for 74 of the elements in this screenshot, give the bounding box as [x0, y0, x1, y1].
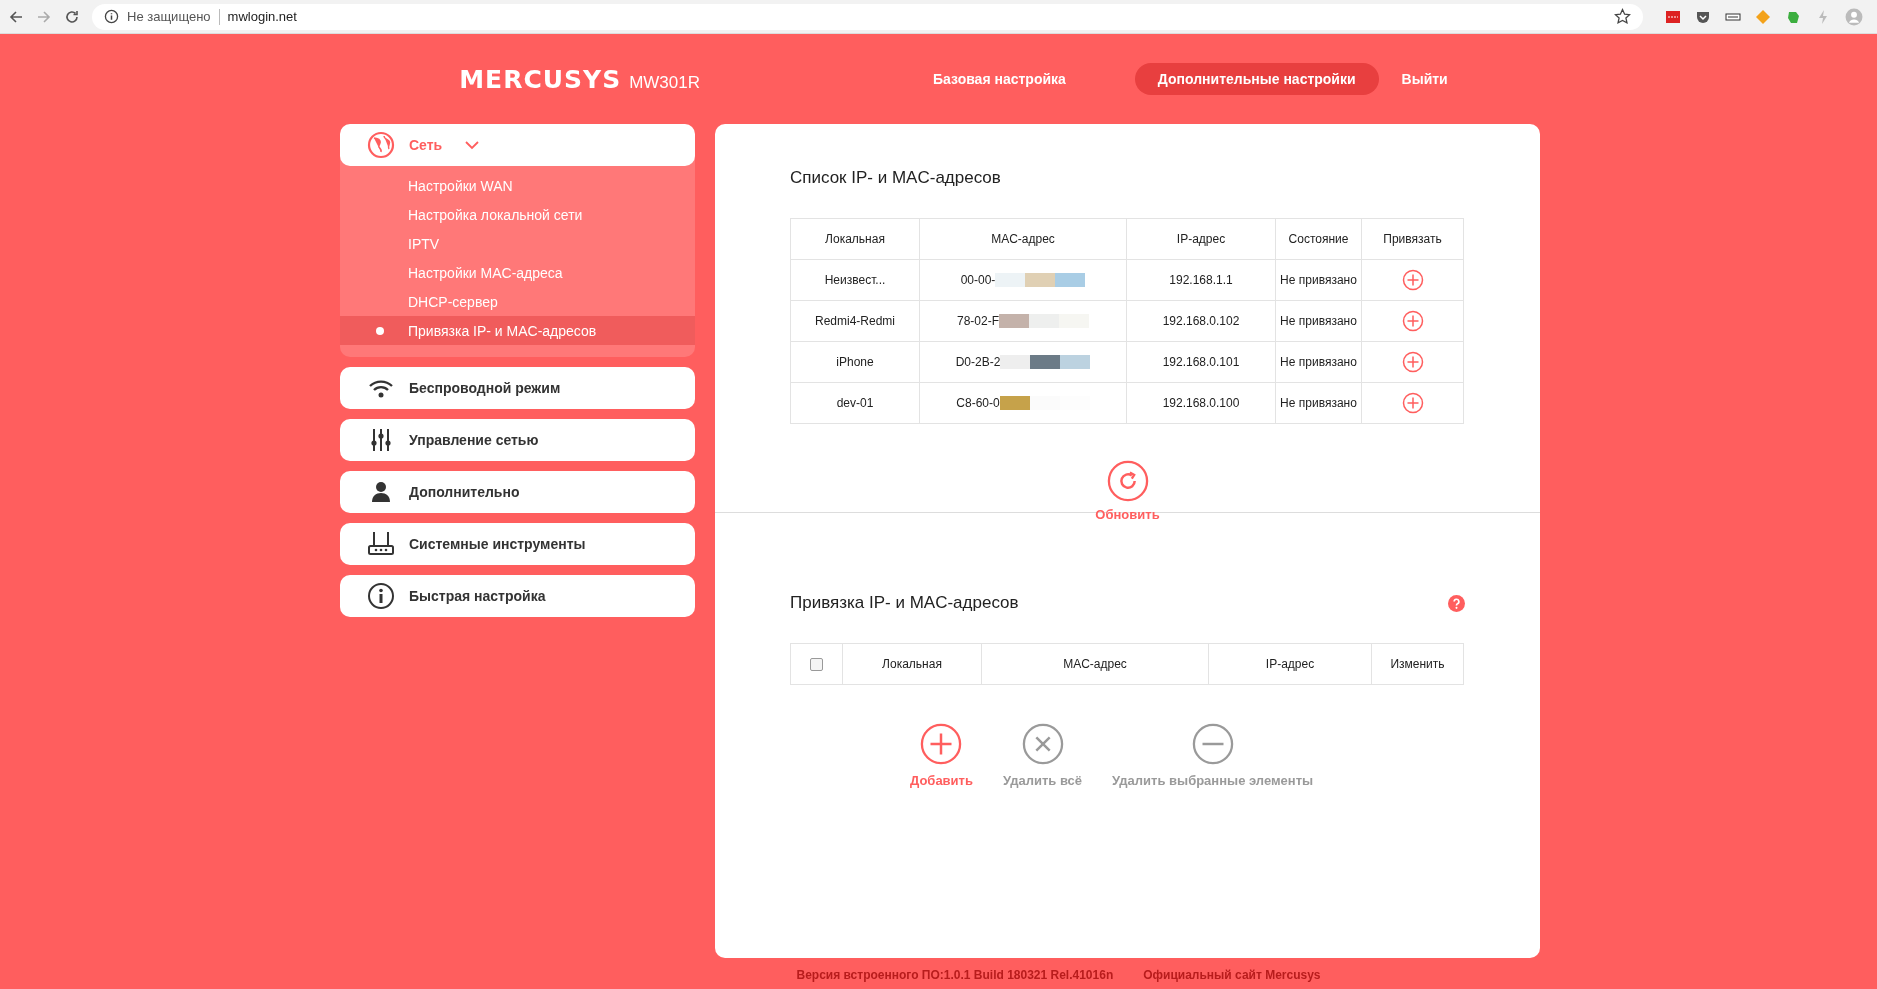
forward-icon[interactable]	[36, 8, 52, 25]
sidebar-item[interactable]: Управление сетью	[340, 419, 695, 461]
column-header: Локальная	[790, 218, 920, 260]
table-cell: dev-01	[790, 382, 920, 424]
table-cell: 192.168.1.1	[1126, 259, 1276, 301]
url-text: mwlogin.net	[227, 9, 298, 24]
submenu-item[interactable]: Настройки MAC-адреса	[340, 258, 695, 287]
table-cell: 192.168.0.101	[1126, 341, 1276, 383]
extension-icon[interactable]	[1665, 8, 1681, 25]
add-icon[interactable]	[1401, 310, 1424, 332]
add-icon[interactable]	[1401, 392, 1424, 414]
table-cell: Redmi4-Redmi	[790, 300, 920, 342]
section-title: Список IP- и MAC-адресов	[790, 168, 1002, 188]
nav-link[interactable]: Дополнительные настройки	[1134, 63, 1379, 95]
firmware-version: Версия встроенного ПО:1.0.1 Build 180321 Rel.41016n	[796, 968, 1114, 982]
column-header: MAC-адрес	[981, 643, 1209, 685]
submenu-item[interactable]: Привязка IP- и MAC-адресов	[340, 316, 695, 345]
minus-icon[interactable]	[1191, 723, 1234, 765]
table-cell: 192.168.0.102	[1126, 300, 1276, 342]
submenu-item[interactable]: Настройка локальной сети	[340, 200, 695, 229]
star-icon[interactable]	[1614, 8, 1631, 25]
avatar-icon[interactable]	[1845, 7, 1863, 26]
nav-link[interactable]: Выйти	[1378, 63, 1471, 95]
action-button[interactable]: Удалить выбранные элементы	[1112, 773, 1314, 788]
sidebar-item[interactable]: Беспроводной режим	[340, 367, 695, 409]
table-cell: iPhone	[790, 341, 920, 383]
close-icon[interactable]	[1021, 723, 1064, 765]
table-cell: Неизвест...	[790, 259, 920, 301]
info-icon	[104, 9, 119, 24]
sidebar-item[interactable]: Дополнительно	[340, 471, 695, 513]
table-cell: Не привязано	[1275, 300, 1362, 342]
sidebar-item[interactable]: Быстрая настройка	[340, 575, 695, 617]
action-button[interactable]: Удалить всё	[1002, 773, 1083, 788]
brand-logo: MERCUSYS	[459, 64, 622, 94]
submenu-item[interactable]: IPTV	[340, 229, 695, 258]
action-button[interactable]: Добавить	[910, 773, 973, 788]
mac-text: 78-02-F	[957, 314, 999, 328]
globe-icon	[367, 131, 395, 159]
model-name: MW301R	[629, 72, 700, 93]
table-cell: Не привязано	[1275, 259, 1362, 301]
address-bar[interactable]: Не защищено mwlogin.net	[92, 3, 1643, 30]
column-header: Локальная	[842, 643, 982, 685]
submenu-item[interactable]: DHCP-сервер	[340, 287, 695, 316]
add-icon[interactable]	[1401, 351, 1424, 373]
column-header: IP-адрес	[1208, 643, 1372, 685]
mac-text: C8-60-0	[956, 396, 1000, 410]
column-header: Изменить	[1371, 643, 1464, 685]
security-label: Не защищено	[127, 9, 211, 24]
add-icon[interactable]	[1401, 269, 1424, 291]
sidebar-item[interactable]: Системные инструменты	[340, 523, 695, 565]
table-cell: Не привязано	[1275, 341, 1362, 383]
reload-icon[interactable]	[64, 8, 80, 25]
help-icon[interactable]	[1448, 594, 1465, 612]
table-cell: 192.168.0.100	[1126, 382, 1276, 424]
column-header: IP-адрес	[1126, 218, 1276, 260]
column-header: MAC-адрес	[919, 218, 1127, 260]
refresh-button[interactable]: Обновить	[1095, 507, 1160, 522]
router-icon	[367, 530, 395, 558]
select-all-checkbox[interactable]	[810, 658, 823, 672]
back-icon[interactable]	[8, 8, 24, 25]
submenu-item[interactable]: Настройки WAN	[340, 171, 695, 200]
column-header: Привязать	[1361, 218, 1464, 260]
chevron-icon	[464, 140, 481, 150]
nav-link[interactable]: Базовая настройка	[910, 63, 1089, 95]
add-icon[interactable]	[920, 723, 963, 765]
column-header: Состояние	[1275, 218, 1362, 260]
official-site-link[interactable]: Официальный сайт Mercusys	[1143, 968, 1321, 982]
info-icon	[367, 582, 395, 610]
mac-text: 00-00-	[960, 273, 996, 287]
table-cell: Не привязано	[1275, 382, 1362, 424]
mac-text: D0-2B-2	[955, 355, 1001, 369]
sidebar-item[interactable]: Сеть	[340, 124, 695, 166]
refresh-icon[interactable]	[1106, 460, 1149, 502]
section-title: Привязка IP- и MAC-адресов	[790, 593, 1019, 613]
